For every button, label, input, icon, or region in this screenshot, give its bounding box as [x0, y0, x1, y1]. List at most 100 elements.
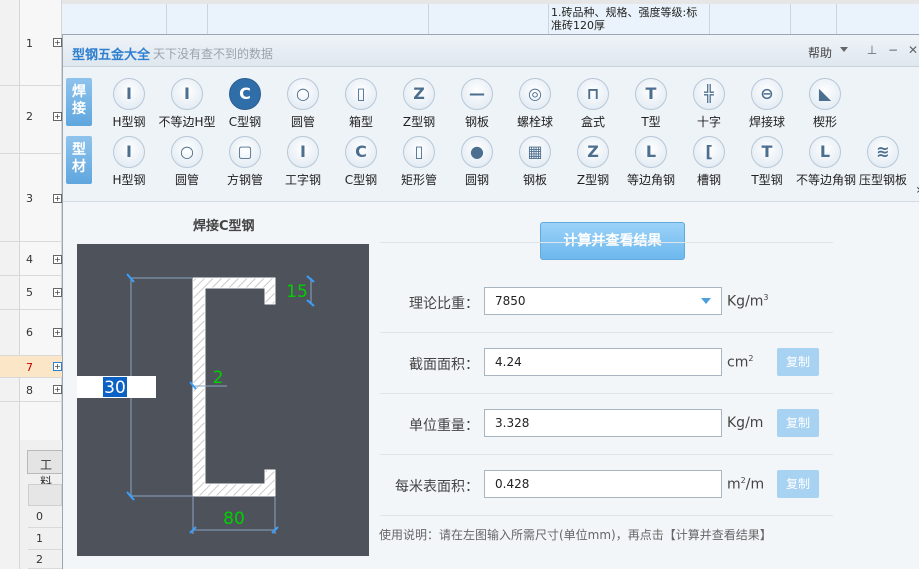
area-unit: cm2: [727, 354, 753, 371]
welding-shape-icon: ⊖: [751, 78, 783, 110]
welding-item-label: C型钢: [228, 115, 262, 129]
tab-materials[interactable]: 工料: [27, 450, 63, 489]
sheet-row[interactable]: 5 +: [0, 276, 62, 310]
pin-icon[interactable]: ⊥: [865, 43, 879, 57]
profile-item-label: T型钢: [751, 173, 783, 187]
profile-item-label: 方钢管: [226, 173, 263, 187]
welding-shape-icon: T: [635, 78, 667, 110]
profile-shape-icon: ●: [461, 136, 493, 168]
chevron-down-icon[interactable]: [840, 47, 848, 52]
welding-item-7[interactable]: — 钢板: [448, 78, 506, 130]
width-value: 80: [223, 509, 245, 529]
welding-item-label: 钢板: [464, 115, 489, 129]
chevron-down-icon[interactable]: [701, 298, 711, 304]
welding-shape-icon: C: [229, 78, 261, 110]
profile-item-11[interactable]: [槽钢: [680, 136, 738, 188]
copy-surface-button[interactable]: 复制: [777, 470, 819, 498]
unit-weight-output[interactable]: 3.328: [484, 409, 722, 437]
profile-item-label: 槽钢: [696, 173, 721, 187]
welding-item-2[interactable]: I 不等边H型: [158, 78, 216, 130]
divider: [380, 393, 833, 394]
lip-value: 15: [286, 282, 308, 302]
sheet-row[interactable]: 4 +: [0, 242, 62, 276]
welding-shape-icon: Z: [403, 78, 435, 110]
profile-item-1[interactable]: I H型钢: [100, 136, 158, 188]
expand-icon[interactable]: +: [53, 328, 62, 337]
sheet-row[interactable]: 6 +: [0, 310, 62, 356]
profile-item-5[interactable]: C C型钢: [332, 136, 390, 188]
profile-shape-icon: C: [345, 136, 377, 168]
sheet-row[interactable]: 2 +: [0, 86, 62, 154]
expand-icon[interactable]: +: [53, 385, 62, 394]
bottom-grid-row[interactable]: 2: [28, 550, 62, 569]
welding-item-13[interactable]: ◣ 楔形: [796, 78, 854, 130]
profile-item-6[interactable]: ▯ 矩形管: [390, 136, 448, 188]
expand-icon[interactable]: +: [53, 255, 62, 264]
expand-icon[interactable]: +: [53, 112, 62, 121]
profile-item-label: H型钢: [112, 173, 146, 187]
surface-area-label: 每米表面积：: [395, 479, 479, 495]
sheet-row[interactable]: 8 +: [0, 378, 62, 402]
close-icon[interactable]: ✕: [906, 43, 919, 57]
profile-item-4[interactable]: I 工字钢: [274, 136, 332, 188]
profile-item-7[interactable]: ● 圆钢: [448, 136, 506, 188]
title-bar[interactable]: 型钢五金大全 天下没有查不到的数据 帮助 ⊥ − ✕: [63, 35, 919, 67]
expand-icon[interactable]: +: [53, 288, 62, 297]
surface-area-output[interactable]: 0.428: [484, 470, 722, 498]
profile-item-14[interactable]: ≋ 压型钢板: [854, 136, 912, 188]
expand-icon[interactable]: +: [53, 362, 62, 371]
profile-item-label: C型钢: [344, 173, 378, 187]
profile-category-tag: 型材: [66, 136, 92, 184]
expand-icon[interactable]: +: [53, 38, 62, 47]
row-number: 1: [36, 532, 43, 545]
bottom-grid-row[interactable]: 1: [28, 528, 62, 550]
profile-item-label: 圆管: [174, 173, 199, 187]
welding-item-10[interactable]: T T型: [622, 78, 680, 130]
unit-superscript: 2: [748, 354, 754, 363]
welding-item-5[interactable]: ▯ 箱型: [332, 78, 390, 130]
calculate-button[interactable]: 计算并查看结果: [540, 222, 685, 260]
profile-item-13[interactable]: L 不等边角钢: [796, 136, 856, 188]
profile-shape-icon: ▢: [229, 136, 261, 168]
sheet-cell-description[interactable]: 1.砖品种、规格、强度等级:标准砖120厚: [549, 4, 709, 34]
profile-item-label: 工字钢: [284, 173, 321, 187]
unit-tail: /m: [745, 476, 765, 493]
welding-item-11[interactable]: ╬ 十字: [680, 78, 738, 130]
sheet-row-selected[interactable]: 7 +: [0, 356, 62, 378]
profile-item-label: 圆钢: [464, 173, 489, 187]
sheet-row[interactable]: 3 +: [0, 154, 62, 242]
row-number: 5: [26, 286, 33, 299]
minimize-icon[interactable]: −: [886, 43, 900, 57]
unit-text: m: [727, 476, 741, 493]
copy-weight-button[interactable]: 复制: [777, 409, 819, 437]
sheet-row[interactable]: 1 +: [0, 0, 62, 86]
row-number: 3: [26, 192, 33, 205]
expand-icon[interactable]: +: [53, 194, 62, 203]
welding-item-3[interactable]: C C型钢: [216, 78, 274, 130]
help-menu[interactable]: 帮助: [808, 44, 832, 61]
profile-item-9[interactable]: Z Z型钢: [564, 136, 622, 188]
surface-area-value: 0.428: [495, 477, 530, 491]
profile-shape-icon: ▯: [403, 136, 435, 168]
profile-item-3[interactable]: ▢ 方钢管: [216, 136, 274, 188]
welding-item-9[interactable]: ⊓ 盒式: [564, 78, 622, 130]
profile-item-12[interactable]: T T型钢: [738, 136, 796, 188]
divider: [380, 454, 833, 455]
profile-item-label: 钢板: [522, 173, 547, 187]
area-output[interactable]: 4.24: [484, 348, 722, 376]
profile-item-10[interactable]: L 等边角钢: [622, 136, 680, 188]
c-section-drawing: 30 15 2 80: [77, 273, 315, 534]
row-number: 1: [26, 37, 33, 50]
profile-item-8[interactable]: ▦ 钢板: [506, 136, 564, 188]
steel-calculator-window: 型钢五金大全 天下没有查不到的数据 帮助 ⊥ − ✕ 焊接 型材 I H型钢 I 不等…: [62, 34, 919, 569]
profile-item-2[interactable]: ○ 圆管: [158, 136, 216, 188]
welding-item-1[interactable]: I H型钢: [100, 78, 158, 130]
welding-item-8[interactable]: ◎ 螺栓球: [506, 78, 564, 130]
welding-item-12[interactable]: ⊖ 焊接球: [738, 78, 796, 130]
density-select[interactable]: 7850: [484, 287, 722, 315]
welding-item-6[interactable]: Z Z型钢: [390, 78, 448, 130]
bottom-grid-row[interactable]: 0: [28, 506, 62, 528]
grid-line: [428, 4, 429, 34]
copy-area-button[interactable]: 复制: [777, 348, 819, 376]
welding-item-4[interactable]: ○ 圆管: [274, 78, 332, 130]
